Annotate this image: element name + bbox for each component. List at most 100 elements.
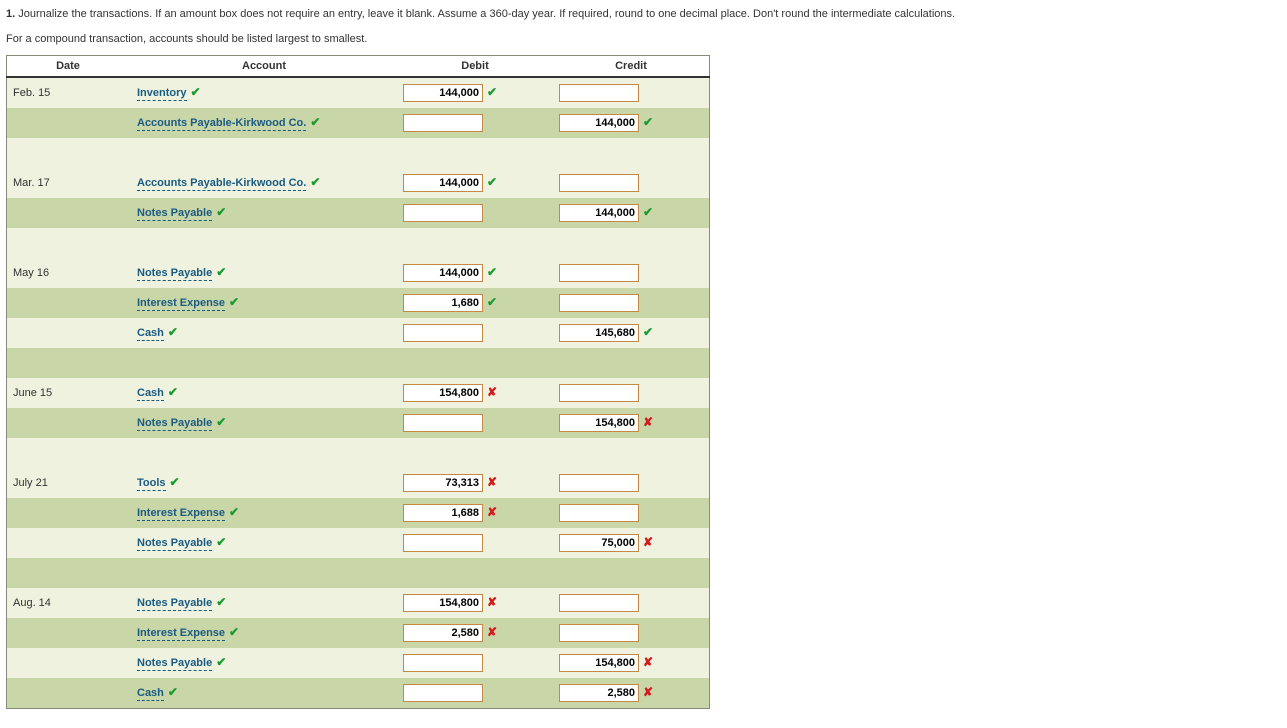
- debit-input[interactable]: [403, 534, 483, 552]
- debit-input[interactable]: [403, 504, 483, 522]
- debit-cell: ✘: [397, 498, 553, 528]
- account-dropdown[interactable]: Notes Payable: [137, 417, 212, 431]
- debit-cell: ✘: [397, 468, 553, 498]
- account-dropdown[interactable]: Accounts Payable-Kirkwood Co.: [137, 177, 306, 191]
- debit-input[interactable]: [403, 204, 483, 222]
- credit-input[interactable]: [559, 654, 639, 672]
- table-row: June 15Cash✔✘: [7, 378, 710, 408]
- check-icon: ✔: [216, 205, 226, 219]
- date-cell: [7, 228, 132, 258]
- check-icon: ✔: [229, 625, 239, 639]
- credit-input[interactable]: [559, 534, 639, 552]
- debit-input[interactable]: [403, 624, 483, 642]
- debit-input[interactable]: [403, 384, 483, 402]
- debit-cell: ✔: [397, 168, 553, 198]
- account-dropdown[interactable]: Interest Expense: [137, 297, 225, 311]
- account-cell: Notes Payable✔: [131, 648, 397, 678]
- debit-input[interactable]: [403, 174, 483, 192]
- credit-input[interactable]: [559, 414, 639, 432]
- header-debit: Debit: [397, 56, 553, 78]
- check-icon: ✔: [310, 115, 320, 129]
- debit-cell: [397, 108, 553, 138]
- account-dropdown[interactable]: Interest Expense: [137, 627, 225, 641]
- debit-cell: ✘: [397, 588, 553, 618]
- credit-cell: [553, 138, 710, 168]
- debit-input[interactable]: [403, 474, 483, 492]
- check-icon: ✔: [487, 295, 497, 309]
- account-dropdown[interactable]: Tools: [137, 477, 166, 491]
- cross-icon: ✘: [487, 385, 497, 399]
- instruction-line-2: For a compound transaction, accounts sho…: [6, 31, 1281, 48]
- debit-cell: [397, 198, 553, 228]
- credit-cell: ✔: [553, 108, 710, 138]
- credit-input[interactable]: [559, 594, 639, 612]
- debit-input[interactable]: [403, 594, 483, 612]
- debit-cell: ✘: [397, 618, 553, 648]
- debit-input[interactable]: [403, 684, 483, 702]
- credit-input[interactable]: [559, 264, 639, 282]
- account-dropdown[interactable]: Cash: [137, 327, 164, 341]
- credit-cell: ✘: [553, 678, 710, 709]
- table-row: Accounts Payable-Kirkwood Co. ✔ ✔: [7, 108, 710, 138]
- account-dropdown[interactable]: Notes Payable: [137, 207, 212, 221]
- check-icon: ✔: [216, 415, 226, 429]
- account-cell: [131, 138, 397, 168]
- debit-input[interactable]: [403, 294, 483, 312]
- debit-input[interactable]: [403, 264, 483, 282]
- check-icon: ✔: [229, 295, 239, 309]
- account-dropdown[interactable]: Cash: [137, 687, 164, 701]
- debit-cell: [397, 318, 553, 348]
- date-cell: [7, 198, 132, 228]
- debit-input[interactable]: [403, 84, 483, 102]
- check-icon: ✔: [168, 325, 178, 339]
- debit-input[interactable]: [403, 654, 483, 672]
- table-row: Feb. 15Inventory✔✔: [7, 77, 710, 108]
- check-icon: ✔: [310, 175, 320, 189]
- credit-input[interactable]: [559, 84, 639, 102]
- table-row: July 21Tools✔✘: [7, 468, 710, 498]
- cross-icon: ✘: [487, 595, 497, 609]
- account-dropdown[interactable]: Inventory: [137, 87, 187, 101]
- account-dropdown[interactable]: Cash: [137, 387, 164, 401]
- table-row: Interest Expense ✔ ✔: [7, 288, 710, 318]
- date-cell: [7, 288, 132, 318]
- credit-input[interactable]: [559, 204, 639, 222]
- check-icon: ✔: [191, 85, 201, 99]
- account-cell: Cash ✔: [131, 318, 397, 348]
- check-icon: ✔: [168, 385, 178, 399]
- debit-cell: [397, 528, 553, 558]
- account-dropdown[interactable]: Notes Payable: [137, 267, 212, 281]
- account-cell: [131, 228, 397, 258]
- credit-input[interactable]: [559, 294, 639, 312]
- account-dropdown[interactable]: Interest Expense: [137, 507, 225, 521]
- credit-input[interactable]: [559, 504, 639, 522]
- check-icon: ✔: [487, 175, 497, 189]
- check-icon: ✔: [643, 325, 653, 339]
- credit-cell: [553, 348, 710, 378]
- credit-input[interactable]: [559, 684, 639, 702]
- table-row: Aug. 14Notes Payable✔✘: [7, 588, 710, 618]
- credit-input[interactable]: [559, 324, 639, 342]
- credit-input[interactable]: [559, 474, 639, 492]
- instruction-text-1: Journalize the transactions. If an amoun…: [18, 8, 955, 20]
- table-row: Cash ✔ ✔: [7, 318, 710, 348]
- check-icon: ✔: [643, 205, 653, 219]
- account-dropdown[interactable]: Notes Payable: [137, 657, 212, 671]
- date-cell: [7, 558, 132, 588]
- account-dropdown[interactable]: Accounts Payable-Kirkwood Co.: [137, 117, 306, 131]
- credit-input[interactable]: [559, 384, 639, 402]
- account-dropdown[interactable]: Notes Payable: [137, 537, 212, 551]
- date-cell: Aug. 14: [7, 588, 132, 618]
- credit-cell: ✔: [553, 318, 710, 348]
- debit-input[interactable]: [403, 414, 483, 432]
- account-dropdown[interactable]: Notes Payable: [137, 597, 212, 611]
- debit-input[interactable]: [403, 114, 483, 132]
- credit-input[interactable]: [559, 624, 639, 642]
- cross-icon: ✘: [487, 505, 497, 519]
- check-icon: ✔: [170, 475, 180, 489]
- credit-input[interactable]: [559, 174, 639, 192]
- debit-cell: [397, 138, 553, 168]
- debit-input[interactable]: [403, 324, 483, 342]
- credit-cell: [553, 498, 710, 528]
- credit-input[interactable]: [559, 114, 639, 132]
